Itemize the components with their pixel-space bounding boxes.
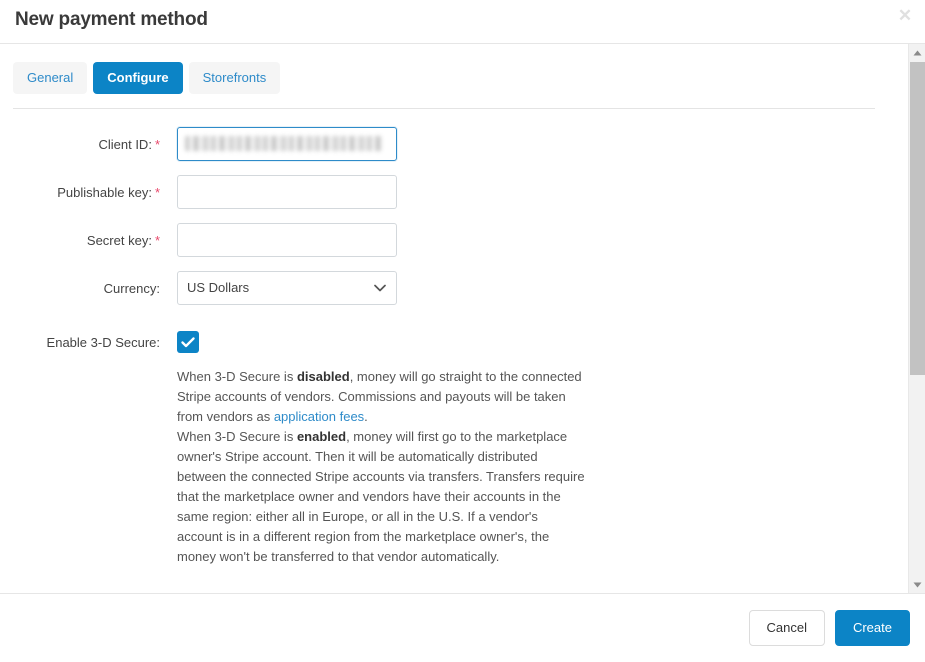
client-id-field-wrap xyxy=(177,127,397,161)
description-paragraph-2: When 3-D Secure is enabled, money will f… xyxy=(177,427,587,567)
form-row-three-d-secure: Enable 3-D Secure: xyxy=(0,331,907,353)
three-d-secure-description: When 3-D Secure is disabled , money will … xyxy=(177,367,587,567)
publishable-key-label: Publishable key: * xyxy=(0,175,160,201)
client-id-label-text: Client ID: xyxy=(98,137,152,152)
application-fees-link[interactable]: application fees xyxy=(274,409,364,424)
client-id-label: Client ID: * xyxy=(0,127,160,153)
modal-body: General Configure Storefronts Client ID:… xyxy=(0,44,925,593)
chevron-down-icon xyxy=(374,272,386,304)
cancel-button[interactable]: Cancel xyxy=(748,610,825,646)
page-title: New payment method xyxy=(15,9,208,30)
required-marker: * xyxy=(154,185,160,200)
tab-bar: General Configure Storefronts xyxy=(0,44,907,94)
desc-p1-bold: disabled xyxy=(296,369,350,384)
currency-selected-value: US Dollars xyxy=(187,280,250,295)
close-icon[interactable]: ✕ xyxy=(893,4,917,28)
form-row-secret-key: Secret key: * xyxy=(0,223,907,257)
desc-p1-part-a: When 3-D Secure is xyxy=(177,369,297,384)
three-d-secure-checkbox[interactable] xyxy=(177,331,199,353)
client-id-input[interactable] xyxy=(177,127,397,161)
modal-footer: Cancel Create xyxy=(0,593,925,662)
secret-key-field-wrap xyxy=(177,223,397,257)
form-row-client-id: Client ID: * xyxy=(0,127,907,161)
secret-key-label-text: Secret key: xyxy=(86,233,152,248)
currency-label: Currency: xyxy=(103,281,160,296)
scroll-down-arrow-icon[interactable] xyxy=(909,576,925,593)
required-marker: * xyxy=(154,233,160,248)
scroll-up-arrow-icon[interactable] xyxy=(909,44,925,61)
desc-p2-part-a: When 3-D Secure is xyxy=(177,429,297,444)
publishable-key-label-text: Publishable key: xyxy=(57,185,152,200)
modal-body-content: General Configure Storefronts Client ID:… xyxy=(0,44,907,593)
description-paragraph-1: When 3-D Secure is disabled, money will … xyxy=(177,367,587,427)
tab-general[interactable]: General xyxy=(13,62,88,94)
publishable-key-input[interactable] xyxy=(177,175,397,209)
form-row-publishable-key: Publishable key: * xyxy=(0,175,907,209)
desc-p1-part-c: . xyxy=(364,409,368,424)
scrollbar-thumb[interactable] xyxy=(910,62,925,375)
check-icon xyxy=(181,336,195,348)
currency-field-wrap: US Dollars xyxy=(177,271,397,305)
required-marker: * xyxy=(154,137,160,152)
create-button[interactable]: Create xyxy=(834,610,910,646)
currency-select[interactable]: US Dollars xyxy=(177,271,397,305)
desc-p2-part-b: , money will first go to the marketplace… xyxy=(177,429,585,564)
three-d-secure-field-wrap xyxy=(177,331,199,353)
new-payment-method-modal: New payment method ✕ General Configure S… xyxy=(0,0,925,662)
form-row-currency: Currency: US Dollars xyxy=(0,271,907,305)
secret-key-label: Secret key: * xyxy=(0,223,160,249)
secret-key-input[interactable] xyxy=(177,223,397,257)
publishable-key-field-wrap xyxy=(177,175,397,209)
tab-configure[interactable]: Configure xyxy=(93,62,183,94)
three-d-secure-label: Enable 3-D Secure: xyxy=(46,335,160,350)
vertical-scrollbar[interactable] xyxy=(908,44,925,593)
modal-header: New payment method ✕ xyxy=(0,0,925,44)
desc-p2-bold: enabled xyxy=(296,429,347,444)
tab-storefronts[interactable]: Storefronts xyxy=(188,62,281,94)
configure-form: Client ID: * Publishable key: * Secret k… xyxy=(0,109,907,567)
